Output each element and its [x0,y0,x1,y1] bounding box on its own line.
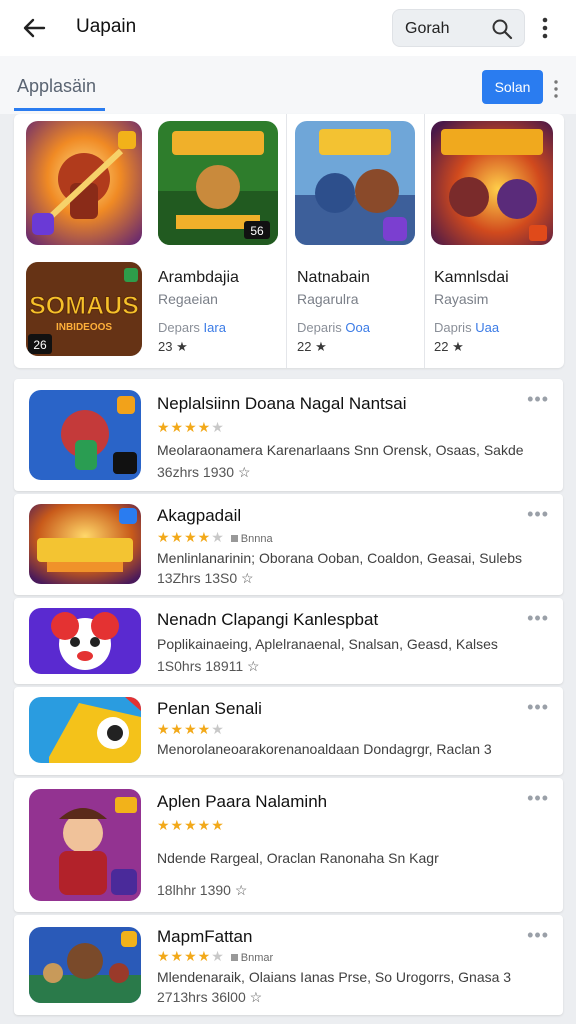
featured-app-category: Rayasim [434,291,489,307]
sort-button[interactable]: Solan [482,70,543,104]
stars-filled: ★★★★ [157,529,212,545]
featured-app-developer: Dapris Uaa [434,320,499,335]
app-meta: 36zhrs 1930 ☆ [157,464,251,480]
featured-app-rating: 22 ★ [434,339,464,354]
featured-game-tile[interactable] [431,121,553,245]
app-icon [29,390,141,480]
app-icon [29,697,141,763]
app-description: Menorolaneoarakorenanoaldaan Dondagrgr, … [157,741,492,757]
more-vert-icon[interactable] [549,78,563,100]
app-icon [29,927,141,1003]
more-horiz-icon[interactable]: ••• [527,788,549,809]
dev-prefix: Depars [158,320,200,335]
featured-game-tile[interactable] [295,121,415,245]
app-bar: Uapain Gorah [0,0,576,56]
stars-filled: ★★★★ [157,948,212,964]
app-meta: 13Zhrs 13S0 ☆ [157,570,254,586]
more-horiz-icon[interactable]: ••• [527,697,549,718]
more-horiz-icon[interactable]: ••• [527,504,549,525]
search-field[interactable]: Gorah [392,9,525,47]
stars-empty: ★ [211,419,225,435]
divider [286,114,287,368]
featured-panel: 56 SOMAUS INBIDEOOS 26 Arambdajia Regaei… [14,114,564,368]
app-badge: Bnmar [231,952,273,964]
featured-app-developer: Deparis Ooa [297,320,370,335]
featured-banner-tile[interactable]: SOMAUS INBIDEOOS 26 [26,262,142,356]
app-badge: Bnnna [231,533,273,545]
app-icon [29,504,141,584]
dev-link[interactable]: Ooa [345,320,370,335]
search-icon[interactable] [490,17,514,41]
app-name[interactable]: Penlan Senali [157,699,262,719]
featured-app-developer: Depars Iara [158,320,226,335]
banner-title: SOMAUS [29,292,139,320]
featured-app-rating: 22 ★ [297,339,327,354]
app-description: Menlinlanarinin; Oborana Ooban, Coaldon,… [157,550,523,566]
tab-indicator [14,108,105,111]
tile-badge: 56 [250,224,264,238]
stars-filled: ★★★★ [157,419,212,435]
back-arrow-icon[interactable] [18,12,50,44]
featured-app-category: Ragarulra [297,291,359,307]
app-description: Meolaraonamera Karenarlaans Snn Orensk, … [157,442,524,458]
tab-applications[interactable]: Applasäin [17,76,96,97]
app-icon [29,608,141,674]
stars-empty: ★ [211,721,225,737]
section-header: Applasäin Solan [0,56,576,114]
rating-stars: ★★★★★ Bnmar [157,948,273,965]
app-list-item[interactable]: Neplalsiinn Doana Nagal Nantsai ★★★★★ Me… [14,379,563,491]
dev-link[interactable]: Iara [204,320,226,335]
banner-badge: 26 [33,338,47,352]
app-description: Ndende Rargeal, Oraclan Ranonaha Sn Kagr [157,850,439,866]
app-name[interactable]: Nenadn Clapangi Kanlespbat [157,610,378,630]
rating-stars: ★★★★★ [157,721,225,738]
rating-stars: ★★★★★ [157,817,225,834]
app-list-item[interactable]: Akagpadail ★★★★★ Bnnna Menlinlanarinin; O… [14,494,563,595]
stars-empty: ★ [211,948,225,964]
featured-app-name[interactable]: Natnabain [297,269,370,287]
page-title: Uapain [76,16,137,37]
more-horiz-icon[interactable]: ••• [527,608,549,629]
app-meta: 1S0hrs 18911 ☆ [157,658,260,674]
rating-stars: ★★★★★ Bnnna [157,529,273,546]
dev-prefix: Dapris [434,320,472,335]
featured-app-name[interactable]: Kamnlsdai [434,269,509,287]
featured-game-tile[interactable] [26,121,142,245]
app-description: Mlendenaraik, Olaians Ianas Prse, So Uro… [157,969,512,985]
app-name[interactable]: Neplalsiinn Doana Nagal Nantsai [157,394,406,414]
more-vert-icon[interactable] [535,14,555,42]
banner-subtitle: INBIDEOOS [56,322,112,333]
app-list-item[interactable]: Nenadn Clapangi Kanlespbat Poplikainaein… [14,598,563,684]
app-name[interactable]: Aplen Paara Nalaminh [157,792,327,812]
app-list-item[interactable]: Penlan Senali ★★★★★ Menorolaneoarakorena… [14,687,563,775]
divider [424,114,425,368]
stars-filled: ★★★★ [157,721,212,737]
rating-stars: ★★★★★ [157,419,225,436]
more-horiz-icon[interactable]: ••• [527,389,549,410]
featured-game-tile[interactable]: 56 [158,121,278,245]
featured-app-name[interactable]: Arambdajia [158,269,239,287]
app-meta: 2713hrs 36l00 ☆ [157,989,263,1005]
app-meta: 18lhhr 1390 ☆ [157,882,248,898]
featured-app-rating: 23 ★ [158,339,188,354]
app-name[interactable]: MapmFattan [157,927,252,947]
search-placeholder: Gorah [405,20,450,37]
dev-link[interactable]: Uaa [475,320,499,335]
app-name[interactable]: Akagpadail [157,506,241,526]
app-icon [29,789,141,901]
dev-prefix: Deparis [297,320,342,335]
app-list-item[interactable]: MapmFattan ★★★★★ Bnmar Mlendenaraik, Olai… [14,915,563,1015]
app-description: Poplikainaeing, Aplelranaenal, Snalsan, … [157,636,498,652]
featured-app-category: Regaeian [158,291,218,307]
app-list-item[interactable]: Aplen Paara Nalaminh ★★★★★ Ndende Rargea… [14,778,563,912]
stars-filled: ★★★★★ [157,817,225,833]
more-horiz-icon[interactable]: ••• [527,925,549,946]
stars-empty: ★ [211,529,225,545]
